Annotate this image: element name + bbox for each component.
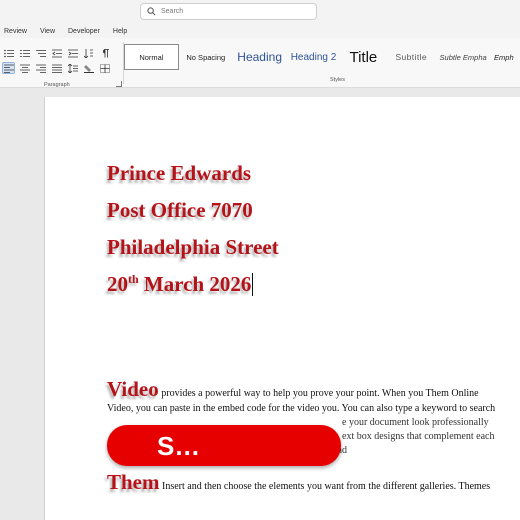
borders-icon[interactable] — [98, 62, 111, 74]
menu-developer[interactable]: Developer — [68, 28, 100, 35]
search-icon — [147, 7, 156, 16]
style-subtle-emphasis[interactable]: Subtle Empha — [436, 44, 490, 70]
search-placeholder: Search — [161, 8, 184, 15]
date-suffix: th — [128, 272, 139, 286]
line-spacing-icon[interactable] — [66, 62, 79, 74]
date-rest: March 2026 — [138, 272, 252, 296]
style-heading-2[interactable]: Heading 2 — [287, 44, 341, 70]
paragraph-video-line2: Video, you can paste in the embed code f… — [107, 403, 496, 414]
address-line-name: Prince Edwards — [107, 161, 252, 185]
menu-view[interactable]: View — [40, 28, 55, 35]
numbering-icon[interactable] — [18, 47, 31, 59]
align-center-icon[interactable] — [18, 62, 31, 74]
overlay-text: S... — [157, 431, 201, 461]
justify-icon[interactable] — [50, 62, 63, 74]
menu-bar: Review View Developer Help — [0, 24, 520, 38]
date-day: 20 — [107, 272, 128, 296]
style-heading-1[interactable]: Heading — [233, 44, 287, 70]
subscribe-overlay-banner[interactable]: S... — [107, 425, 341, 466]
paragraph-dialog-launcher-icon[interactable] — [116, 81, 122, 87]
multilevel-list-icon[interactable] — [34, 47, 47, 59]
paragraph-group: Paragraph — [0, 43, 122, 88]
ribbon: Paragraph Normal No Spacing Heading Head… — [0, 38, 520, 88]
search-box[interactable]: Search — [140, 3, 317, 20]
paragraph-them-line1: Insert and then choose the elements you … — [159, 481, 491, 492]
align-left-icon[interactable] — [2, 62, 15, 74]
paragraph-video-lead: Video — [107, 377, 159, 401]
sort-icon[interactable] — [82, 47, 95, 59]
increase-indent-icon[interactable] — [66, 47, 79, 59]
date-line: 20th March 2026 — [107, 272, 254, 297]
styles-group-label: Styles — [330, 77, 345, 83]
paragraph-video-line1: provides a powerful way to help you prov… — [158, 388, 479, 399]
address-line-street: Philadelphia Street — [107, 235, 279, 259]
paragraph-them-lead: Them — [107, 470, 160, 494]
bullets-icon[interactable] — [2, 47, 15, 59]
styles-gallery: Normal No Spacing Heading Heading 2 Titl… — [124, 44, 520, 70]
style-normal[interactable]: Normal — [124, 44, 179, 70]
style-no-spacing[interactable]: No Spacing — [179, 44, 233, 70]
title-bar: Search — [0, 0, 520, 24]
style-subtitle[interactable]: Subtitle — [386, 44, 436, 70]
menu-review[interactable]: Review — [4, 28, 27, 35]
text-cursor — [252, 273, 254, 296]
address-line-po: Post Office 7070 — [107, 198, 253, 222]
pilcrow-icon[interactable] — [98, 47, 111, 59]
shading-icon[interactable] — [82, 62, 95, 74]
decrease-indent-icon[interactable] — [50, 47, 63, 59]
align-right-icon[interactable] — [34, 62, 47, 74]
style-title[interactable]: Title — [340, 44, 386, 70]
paragraph-them: Them Insert and then choose the elements… — [107, 472, 507, 494]
menu-help[interactable]: Help — [113, 28, 127, 35]
paragraph-group-label: Paragraph — [44, 82, 70, 88]
style-emphasis[interactable]: Emph — [490, 44, 520, 70]
